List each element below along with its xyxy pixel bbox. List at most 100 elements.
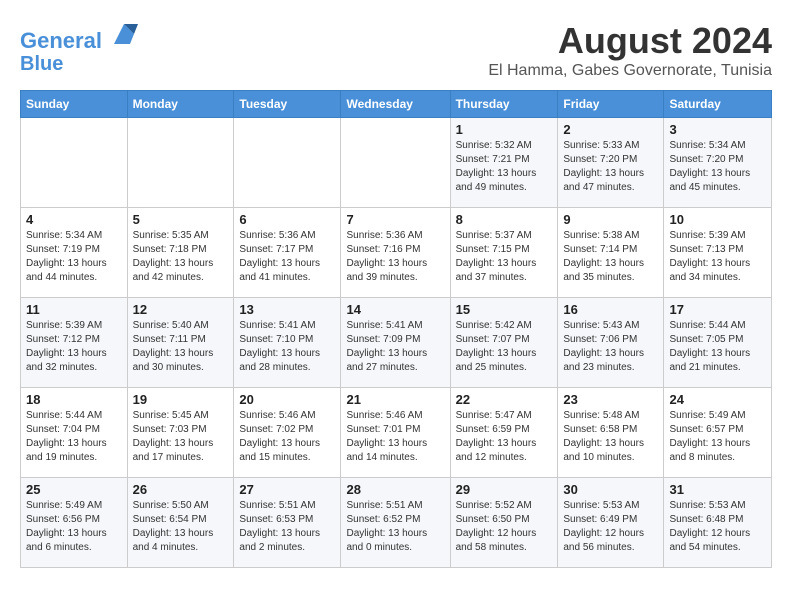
calendar-cell: 9Sunrise: 5:38 AMSunset: 7:14 PMDaylight… (558, 208, 664, 298)
calendar-cell: 10Sunrise: 5:39 AMSunset: 7:13 PMDayligh… (664, 208, 772, 298)
calendar-cell: 6 Sunrise: 5:36 AMSunset: 7:17 PMDaylight… (234, 208, 341, 298)
day-info: Sunrise: 5:40 AMSunset: 7:11 PMDaylight:… (133, 319, 229, 375)
calendar-cell: 26 Sunrise: 5:50 AMSunset: 6:54 PMDayligh… (127, 478, 234, 568)
calendar-cell: 18Sunrise: 5:44 AMSunset: 7:04 PMDayligh… (21, 388, 128, 478)
day-number: 20 (239, 392, 335, 407)
day-number: 26 (133, 482, 229, 497)
day-info: Sunrise: 5:52 AMSunset: 6:50 PMDaylight:… (456, 499, 553, 555)
day-number: 8 (456, 212, 553, 227)
day-number: 23 (563, 392, 658, 407)
logo-icon (110, 20, 138, 48)
calendar-week-row: 11Sunrise: 5:39 AMSunset: 7:12 PMDayligh… (21, 298, 772, 388)
day-info: Sunrise: 5:46 AMSunset: 7:02 PMDaylight:… (239, 409, 335, 465)
calendar-cell: 28 Sunrise: 5:51 AMSunset: 6:52 PMDayligh… (341, 478, 450, 568)
day-number: 12 (133, 302, 229, 317)
calendar-cell: 2Sunrise: 5:33 AMSunset: 7:20 PMDaylight… (558, 118, 664, 208)
calendar-cell: 12 Sunrise: 5:40 AMSunset: 7:11 PMDayligh… (127, 298, 234, 388)
logo-text: General (20, 20, 138, 53)
day-number: 19 (133, 392, 229, 407)
calendar-cell (21, 118, 128, 208)
calendar-table: SundayMondayTuesdayWednesdayThursdayFrid… (20, 90, 772, 568)
calendar-week-row: 18Sunrise: 5:44 AMSunset: 7:04 PMDayligh… (21, 388, 772, 478)
day-number: 22 (456, 392, 553, 407)
weekday-header: Saturday (664, 91, 772, 118)
calendar-cell: 13 Sunrise: 5:41 AMSunset: 7:10 PMDayligh… (234, 298, 341, 388)
day-info: Sunrise: 5:47 AMSunset: 6:59 PMDaylight:… (456, 409, 553, 465)
calendar-cell: 27Sunrise: 5:51 AMSunset: 6:53 PMDayligh… (234, 478, 341, 568)
day-number: 13 (239, 302, 335, 317)
day-info: Sunrise: 5:53 AMSunset: 6:49 PMDaylight:… (563, 499, 658, 555)
day-number: 7 (346, 212, 444, 227)
location-title: El Hamma, Gabes Governorate, Tunisia (488, 62, 772, 80)
calendar-cell: 17 Sunrise: 5:44 AMSunset: 7:05 PMDayligh… (664, 298, 772, 388)
day-number: 24 (669, 392, 766, 407)
day-number: 3 (669, 122, 766, 137)
weekday-header: Tuesday (234, 91, 341, 118)
calendar-cell: 20 Sunrise: 5:46 AMSunset: 7:02 PMDayligh… (234, 388, 341, 478)
calendar-cell: 14Sunrise: 5:41 AMSunset: 7:09 PMDayligh… (341, 298, 450, 388)
day-number: 25 (26, 482, 122, 497)
day-info: Sunrise: 5:39 AMSunset: 7:12 PMDaylight:… (26, 319, 122, 375)
day-number: 10 (669, 212, 766, 227)
calendar-week-row: 4 Sunrise: 5:34 AMSunset: 7:19 PMDaylight… (21, 208, 772, 298)
calendar-cell: 23 Sunrise: 5:48 AMSunset: 6:58 PMDayligh… (558, 388, 664, 478)
title-block: August 2024 El Hamma, Gabes Governorate,… (488, 20, 772, 80)
day-info: Sunrise: 5:44 AMSunset: 7:04 PMDaylight:… (26, 409, 122, 465)
day-info: Sunrise: 5:41 AMSunset: 7:09 PMDaylight:… (346, 319, 444, 375)
day-info: Sunrise: 5:44 AMSunset: 7:05 PMDaylight:… (669, 319, 766, 375)
logo: General Blue (20, 20, 138, 75)
calendar-cell: 8 Sunrise: 5:37 AMSunset: 7:15 PMDaylight… (450, 208, 558, 298)
weekday-header: Monday (127, 91, 234, 118)
calendar-cell: 24 Sunrise: 5:49 AMSunset: 6:57 PMDayligh… (664, 388, 772, 478)
day-info: Sunrise: 5:41 AMSunset: 7:10 PMDaylight:… (239, 319, 335, 375)
day-info: Sunrise: 5:49 AMSunset: 6:56 PMDaylight:… (26, 499, 122, 555)
day-number: 16 (563, 302, 658, 317)
day-number: 30 (563, 482, 658, 497)
calendar-cell: 19 Sunrise: 5:45 AMSunset: 7:03 PMDayligh… (127, 388, 234, 478)
weekday-header: Friday (558, 91, 664, 118)
day-number: 9 (563, 212, 658, 227)
day-number: 28 (346, 482, 444, 497)
weekday-header: Thursday (450, 91, 558, 118)
day-info: Sunrise: 5:32 AMSunset: 7:21 PMDaylight:… (456, 139, 553, 195)
day-info: Sunrise: 5:48 AMSunset: 6:58 PMDaylight:… (563, 409, 658, 465)
day-info: Sunrise: 5:53 AMSunset: 6:48 PMDaylight:… (669, 499, 766, 555)
calendar-cell: 11Sunrise: 5:39 AMSunset: 7:12 PMDayligh… (21, 298, 128, 388)
calendar-cell: 29Sunrise: 5:52 AMSunset: 6:50 PMDayligh… (450, 478, 558, 568)
day-info: Sunrise: 5:34 AMSunset: 7:19 PMDaylight:… (26, 229, 122, 285)
day-info: Sunrise: 5:35 AMSunset: 7:18 PMDaylight:… (133, 229, 229, 285)
day-info: Sunrise: 5:50 AMSunset: 6:54 PMDaylight:… (133, 499, 229, 555)
calendar-cell: 25 Sunrise: 5:49 AMSunset: 6:56 PMDayligh… (21, 478, 128, 568)
calendar-week-row: 25 Sunrise: 5:49 AMSunset: 6:56 PMDayligh… (21, 478, 772, 568)
calendar-cell (234, 118, 341, 208)
day-info: Sunrise: 5:46 AMSunset: 7:01 PMDaylight:… (346, 409, 444, 465)
day-info: Sunrise: 5:51 AMSunset: 6:52 PMDaylight:… (346, 499, 444, 555)
calendar-cell: 15 Sunrise: 5:42 AMSunset: 7:07 PMDayligh… (450, 298, 558, 388)
day-number: 6 (239, 212, 335, 227)
page-header: General Blue August 2024 El Hamma, Gabes… (20, 20, 772, 80)
day-number: 17 (669, 302, 766, 317)
day-info: Sunrise: 5:33 AMSunset: 7:20 PMDaylight:… (563, 139, 658, 195)
day-info: Sunrise: 5:49 AMSunset: 6:57 PMDaylight:… (669, 409, 766, 465)
calendar-cell: 31 Sunrise: 5:53 AMSunset: 6:48 PMDayligh… (664, 478, 772, 568)
calendar-cell: 5Sunrise: 5:35 AMSunset: 7:18 PMDaylight… (127, 208, 234, 298)
weekday-header-row: SundayMondayTuesdayWednesdayThursdayFrid… (21, 91, 772, 118)
calendar-week-row: 1Sunrise: 5:32 AMSunset: 7:21 PMDaylight… (21, 118, 772, 208)
calendar-cell: 21Sunrise: 5:46 AMSunset: 7:01 PMDayligh… (341, 388, 450, 478)
day-number: 31 (669, 482, 766, 497)
calendar-cell (341, 118, 450, 208)
day-number: 15 (456, 302, 553, 317)
calendar-cell (127, 118, 234, 208)
day-info: Sunrise: 5:45 AMSunset: 7:03 PMDaylight:… (133, 409, 229, 465)
calendar-cell: 4 Sunrise: 5:34 AMSunset: 7:19 PMDaylight… (21, 208, 128, 298)
day-info: Sunrise: 5:42 AMSunset: 7:07 PMDaylight:… (456, 319, 553, 375)
logo-subtext: Blue (20, 53, 138, 75)
calendar-cell: 22 Sunrise: 5:47 AMSunset: 6:59 PMDayligh… (450, 388, 558, 478)
calendar-cell: 30 Sunrise: 5:53 AMSunset: 6:49 PMDayligh… (558, 478, 664, 568)
day-info: Sunrise: 5:37 AMSunset: 7:15 PMDaylight:… (456, 229, 553, 285)
calendar-cell: 3Sunrise: 5:34 AMSunset: 7:20 PMDaylight… (664, 118, 772, 208)
calendar-cell: 16Sunrise: 5:43 AMSunset: 7:06 PMDayligh… (558, 298, 664, 388)
calendar-cell: 7Sunrise: 5:36 AMSunset: 7:16 PMDaylight… (341, 208, 450, 298)
day-number: 4 (26, 212, 122, 227)
day-info: Sunrise: 5:36 AMSunset: 7:17 PMDaylight:… (239, 229, 335, 285)
